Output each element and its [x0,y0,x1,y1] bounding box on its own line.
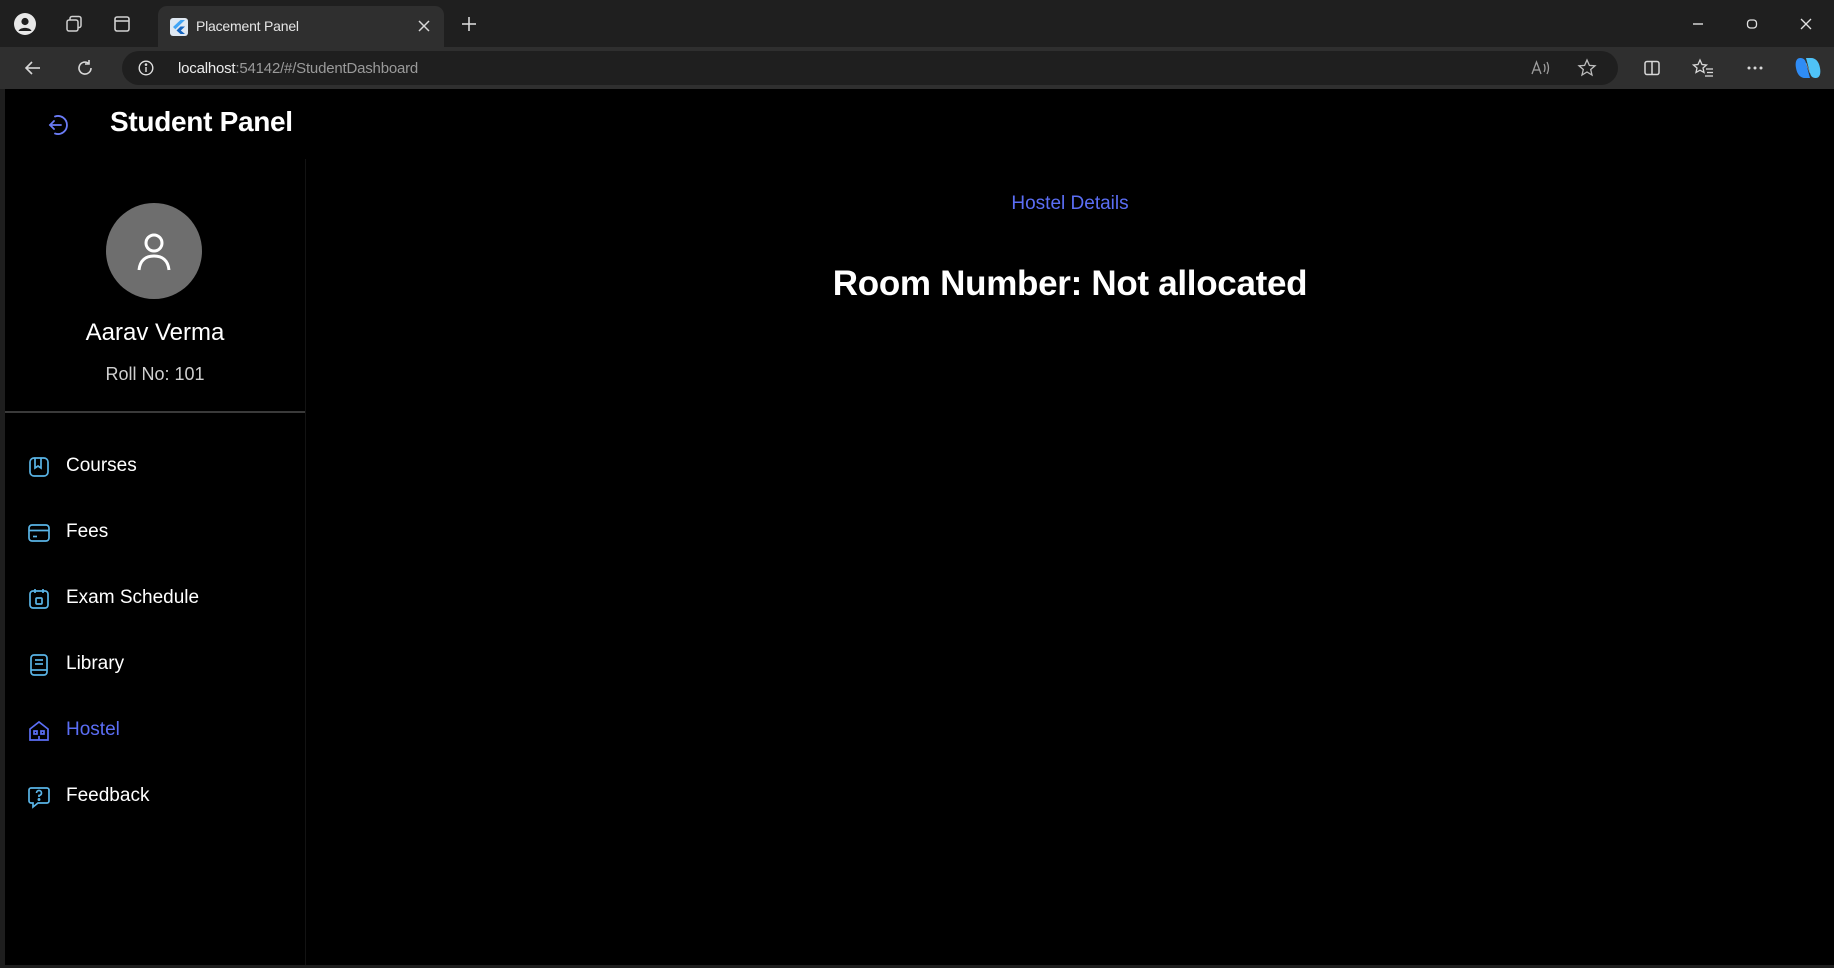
logout-icon[interactable] [42,109,74,141]
tab-title: Placement Panel [196,18,299,34]
profile-section: Aarav Verma Roll No: 101 [5,159,305,413]
main-content: Hostel Details Room Number: Not allocate… [306,159,1834,965]
copilot-icon[interactable] [1792,53,1824,83]
minimize-icon[interactable] [1676,6,1720,42]
url-text[interactable]: localhost:54142/#/StudentDashboard [178,60,418,77]
workspaces-icon[interactable] [60,10,88,38]
app-header: Student Panel [5,89,1834,159]
sidebar: Aarav Verma Roll No: 101 Courses Fees Ex… [5,159,306,965]
flutter-icon [170,18,188,36]
app-title: Student Panel [110,106,293,137]
sidebar-item-label: Fees [66,521,109,542]
close-window-icon[interactable] [1784,6,1828,42]
star-icon[interactable] [1574,56,1600,80]
info-icon[interactable] [138,60,154,76]
read-aloud-icon[interactable] [1528,56,1554,80]
feedback-icon [25,783,53,811]
sidebar-item-label: Exam Schedule [66,587,200,608]
book-icon [25,453,53,481]
hostel-details-heading[interactable]: Hostel Details [306,193,1834,215]
back-arrow-icon[interactable] [17,53,49,83]
sidebar-item-label: Library [66,653,125,674]
browser-window: Placement Panel localhost:54142/#/Studen… [0,0,1834,968]
restore-icon[interactable] [1730,6,1774,42]
new-tab-icon[interactable] [454,9,484,39]
person-icon [137,233,171,271]
hostel-icon [25,717,53,745]
sidebar-item-exam-schedule[interactable]: Exam Schedule [5,565,305,631]
sidebar-item-label: Feedback [66,785,150,806]
room-number-text: Room Number: Not allocated [832,264,1308,303]
refresh-icon[interactable] [69,53,101,83]
page-viewport: Student Panel Aarav Verma Roll No: 101 C… [5,89,1834,965]
tab-strip: Placement Panel [0,0,1834,47]
more-icon[interactable] [1739,53,1771,83]
close-tab-icon[interactable] [412,14,436,38]
sidebar-item-courses[interactable]: Courses [5,433,305,499]
browser-toolbar: localhost:54142/#/StudentDashboard [0,47,1834,89]
library-icon [25,651,53,679]
student-name: Aarav Verma [85,319,225,346]
favorites-icon[interactable] [1687,53,1719,83]
sidebar-nav: Courses Fees Exam Schedule Library Hoste… [5,433,305,829]
payment-icon [25,519,53,547]
avatar [106,203,202,299]
sidebar-item-fees[interactable]: Fees [5,499,305,565]
sidebar-item-hostel[interactable]: Hostel [5,697,305,763]
tab-actions-icon[interactable] [108,10,136,38]
browser-tab[interactable]: Placement Panel [158,6,444,47]
url-path: :54142/#/StudentDashboard [235,60,419,77]
sidebar-item-feedback[interactable]: Feedback [5,763,305,829]
sidebar-item-library[interactable]: Library [5,631,305,697]
sidebar-item-label: Hostel [66,719,120,740]
roll-number: Roll No: 101 [105,364,205,384]
split-screen-icon[interactable] [1636,53,1668,83]
sidebar-item-label: Courses [66,455,137,476]
address-bar[interactable]: localhost:54142/#/StudentDashboard [122,51,1618,85]
url-host: localhost [178,60,236,77]
profile-icon[interactable] [11,10,39,38]
exam-schedule-icon [25,585,53,613]
